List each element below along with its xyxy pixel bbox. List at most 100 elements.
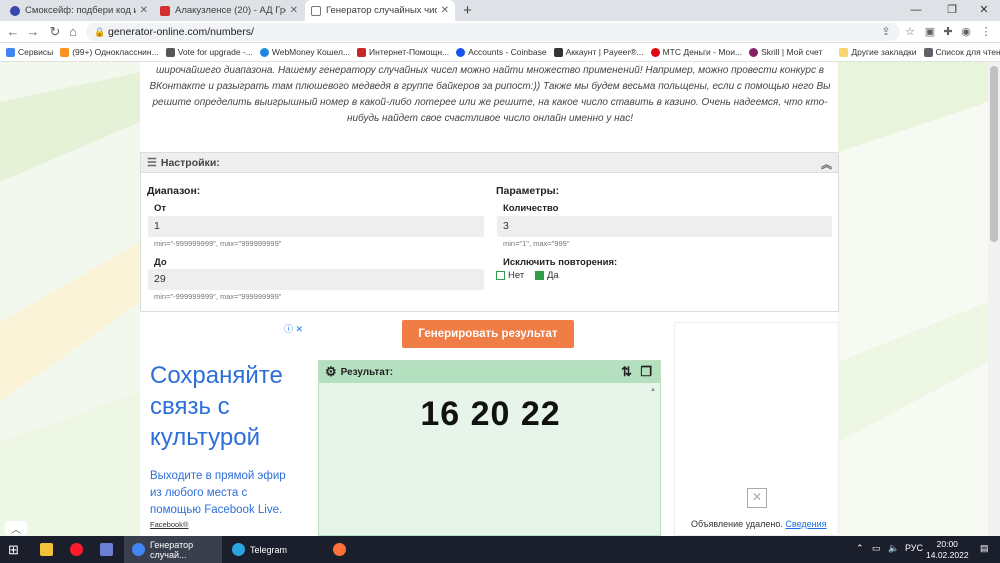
background-map-decoration xyxy=(838,62,988,536)
bookmark-payeer[interactable]: Аккаунт | Payeer®... xyxy=(553,47,644,57)
telegram-icon xyxy=(232,543,245,556)
taskbar-chrome-app[interactable]: Генератор случай... xyxy=(124,536,222,563)
result-scroll-arrow-icon[interactable]: ▲ xyxy=(650,387,656,393)
checkbox-empty-icon xyxy=(496,271,505,280)
close-tab-icon[interactable]: ✕ xyxy=(290,5,298,16)
count-input[interactable]: 3 xyxy=(497,216,832,237)
settings-panel: ☰ Настройки: ︽ Диапазон: От 1 min="-9999… xyxy=(140,152,839,312)
input-language[interactable]: РУС xyxy=(905,543,923,553)
bookmark-webmoney[interactable]: WebMoney Кошел... xyxy=(259,47,350,57)
url-bar[interactable]: 🔒 generator-online.com/numbers/ xyxy=(86,23,900,41)
skrill-icon xyxy=(749,47,759,57)
background-map-decoration xyxy=(0,62,140,536)
minimize-window-icon[interactable]: — xyxy=(900,0,932,21)
reading-list-icon xyxy=(923,47,933,57)
close-tab-icon[interactable]: ✕ xyxy=(441,5,449,16)
reload-icon[interactable]: ↻ xyxy=(46,23,64,41)
puzzle-icon[interactable]: ✚ xyxy=(940,24,956,40)
from-hint: min="-999999999", max="999999999" xyxy=(154,239,282,248)
params-title: Параметры: xyxy=(496,185,560,197)
to-input[interactable]: 29 xyxy=(148,269,484,290)
firefox-icon[interactable] xyxy=(333,536,346,563)
share-icon[interactable]: ⇪ xyxy=(878,24,894,40)
restore-window-icon[interactable]: ❐ xyxy=(936,0,968,21)
apps-grid-icon xyxy=(6,47,15,57)
url-text: generator-online.com/numbers/ xyxy=(108,26,254,38)
site-favicon-icon xyxy=(10,5,20,16)
bookmark-mts[interactable]: МТС Деньги - Мои... xyxy=(650,47,742,57)
bookmarks-bar: Сервисы (99+) Однокласснин... Vote for u… xyxy=(0,43,1000,62)
sort-arrows-icon[interactable]: ⇅ xyxy=(621,364,632,380)
bookmark-skrill[interactable]: Skrill | Мой счет xyxy=(749,47,822,57)
notifications-icon[interactable]: ▤ xyxy=(980,543,989,554)
browser-tab-1[interactable]: Смоксейф: подбери код и полу ✕ xyxy=(4,0,154,21)
network-icon[interactable]: ▭ xyxy=(872,543,881,554)
chrome-icon xyxy=(132,543,145,556)
back-arrow-icon[interactable]: ← xyxy=(4,23,22,41)
tab-title: Смоксейф: подбери код и полу xyxy=(25,5,136,16)
exclude-yes-option[interactable]: Да xyxy=(535,270,559,281)
close-tab-icon[interactable]: ✕ xyxy=(140,5,148,16)
settings-title: Настройки: xyxy=(160,156,220,169)
save-disk-icon[interactable] xyxy=(100,536,113,563)
menu-dots-icon[interactable]: ⋮ xyxy=(978,24,994,40)
page-scrollbar-thumb[interactable] xyxy=(990,66,998,242)
close-window-icon[interactable]: ✕ xyxy=(968,0,1000,21)
bookmark-vote[interactable]: Vote for upgrade -... xyxy=(165,47,253,57)
site-favicon-icon xyxy=(160,5,170,16)
opera-icon[interactable] xyxy=(70,536,83,563)
bookmark-other-folder[interactable]: Другие закладки xyxy=(839,47,917,57)
ad-brand: Facebook® xyxy=(150,520,189,529)
payeer-icon xyxy=(553,47,563,57)
to-hint: min="-999999999", max="999999999" xyxy=(154,292,282,301)
range-title: Диапазон: xyxy=(147,185,201,197)
browser-tab-3-active[interactable]: Генератор случайных чисел он ✕ xyxy=(305,0,455,21)
mts-egg-icon xyxy=(650,47,660,57)
extension-icon[interactable]: ▣ xyxy=(922,24,938,40)
ad-banner-right: ✕ Объявление удалено. Сведения xyxy=(674,322,839,536)
new-tab-button[interactable]: + xyxy=(459,2,476,19)
odnoklassniki-icon xyxy=(60,47,70,57)
volume-icon[interactable]: 🔈 xyxy=(888,543,899,554)
page-icon xyxy=(165,47,175,57)
ad-removed-message: Объявление удалено. Сведения xyxy=(691,519,827,529)
site-favicon-icon xyxy=(311,5,321,16)
bookmark-internet-helper[interactable]: Интернет-Помощн... xyxy=(357,47,449,57)
bookmark-services[interactable]: Сервисы xyxy=(6,47,53,57)
ad-details-link[interactable]: Сведения xyxy=(785,519,826,529)
clock[interactable]: 20:00 14.02.2022 xyxy=(926,539,969,561)
settings-header[interactable]: ☰ Настройки: ︽ xyxy=(141,153,838,173)
ad-headline: Сохраняйте связь с культурой xyxy=(150,362,283,451)
bookmark-coinbase[interactable]: Accounts - Coinbase xyxy=(456,47,547,57)
taskbar-telegram-app[interactable]: Telegram xyxy=(224,536,322,563)
bookmark-reading-list[interactable]: Список для чтения xyxy=(923,47,1000,57)
tab-title: Алакузленсе (20) - АД Гресия xyxy=(175,5,286,16)
file-explorer-icon[interactable] xyxy=(40,536,53,563)
ad-banner-left[interactable]: ⓘ ✕ Сохраняйте связь с культурой Выходит… xyxy=(140,322,305,536)
copy-icon[interactable]: ❐ xyxy=(640,364,652,380)
exclude-no-option[interactable]: Нет xyxy=(496,270,524,281)
profile-avatar-icon[interactable]: ◉ xyxy=(958,24,974,40)
folder-icon xyxy=(839,47,849,57)
windows-start-icon[interactable]: ⊞ xyxy=(8,536,19,563)
intro-paragraph: широчайшего диапазона. Нашему генератору… xyxy=(149,65,831,124)
scroll-to-top-chevron-icon[interactable]: ︿ xyxy=(5,521,27,536)
coinbase-icon xyxy=(456,47,466,57)
bookmark-star-icon[interactable]: ☆ xyxy=(902,24,918,40)
lock-icon: 🔒 xyxy=(94,27,106,37)
gear-icon[interactable]: ⚙ xyxy=(325,364,337,380)
collapse-chevron-icon[interactable]: ︽ xyxy=(821,156,832,172)
page-icon xyxy=(357,47,367,57)
tray-chevron-icon[interactable]: ⌃ xyxy=(856,543,864,554)
count-hint: min="1", max="999" xyxy=(503,239,570,248)
result-numbers: 16 20 22 xyxy=(420,395,561,433)
browser-tab-2[interactable]: Алакузленсе (20) - АД Гресия ✕ xyxy=(154,0,304,21)
generate-result-button[interactable]: Генерировать результат xyxy=(402,320,574,348)
home-icon[interactable]: ⌂ xyxy=(64,23,82,41)
forward-arrow-icon[interactable]: → xyxy=(24,23,42,41)
ad-subtext: Выходите в прямой эфир из любого места с… xyxy=(150,470,286,516)
ad-info-icon[interactable]: ⓘ ✕ xyxy=(284,322,303,335)
from-input[interactable]: 1 xyxy=(148,216,484,237)
bookmark-odnoklassniki[interactable]: (99+) Однокласснин... xyxy=(60,47,159,57)
result-panel: ⚙ Результат: ⇅ ❐ ▲ 16 20 22 xyxy=(318,360,661,536)
